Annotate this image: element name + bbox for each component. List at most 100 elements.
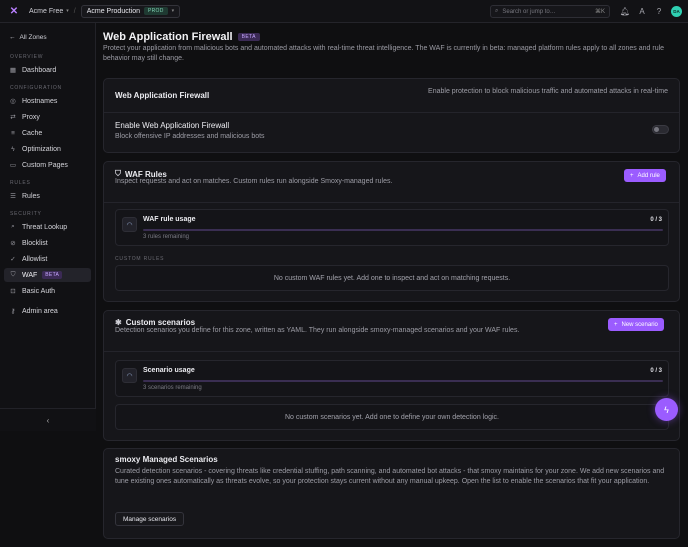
section-security: SECURITY: [10, 211, 42, 217]
bell-icon[interactable]: 🔔︎: [620, 7, 630, 17]
search-icon: ⌕: [11, 223, 15, 230]
sparkle-bolt-icon: ϟ: [664, 404, 669, 415]
org-switcher[interactable]: Acme Free ▾: [29, 8, 69, 15]
all-zones-link[interactable]: ← All Zones: [9, 34, 47, 41]
collapse-sidebar-button[interactable]: ‹: [0, 408, 96, 431]
sidebar-item-allowlist[interactable]: ✓ Allowlist: [4, 252, 91, 266]
waf-enable-toggle[interactable]: [652, 125, 669, 134]
sidebar-item-cache[interactable]: ≡ Cache: [4, 126, 91, 140]
search-shortcut: ⌘K: [594, 9, 605, 15]
usage-count: 0 / 3: [650, 217, 662, 223]
sidebar-item-admin-area[interactable]: ⚷ Admin area: [4, 304, 91, 318]
sidebar-item-rules[interactable]: ☰ Rules: [4, 189, 91, 203]
breadcrumb-separator: /: [73, 7, 76, 15]
new-scenario-button[interactable]: + New scenario: [608, 318, 664, 331]
page-subtitle: Protect your application from malicious …: [103, 45, 665, 62]
usage-count: 0 / 3: [650, 368, 662, 374]
list-icon: ☰: [10, 193, 16, 200]
add-rule-button[interactable]: + Add rule: [624, 169, 666, 182]
proxy-icon: ⇄: [10, 114, 16, 121]
avatar[interactable]: DA: [671, 6, 682, 17]
rules-empty-state: No custom WAF rules yet. Add one to insp…: [115, 265, 669, 291]
search-input[interactable]: ⌕ Search or jump to… ⌘K: [490, 5, 610, 18]
sidebar-item-proxy[interactable]: ⇄ Proxy: [4, 110, 91, 124]
help-icon[interactable]: ?: [654, 7, 664, 17]
sidebar-item-label: Cache: [22, 129, 43, 137]
sidebar-item-custom-pages[interactable]: ▭ Custom Pages: [4, 158, 91, 172]
waf-card-note: Enable protection to block malicious tra…: [428, 88, 668, 95]
sidebar-item-label: Dashboard: [22, 66, 57, 74]
shield-icon: ⛉: [10, 271, 16, 278]
sidebar-item-label: Threat Lookup: [22, 223, 68, 231]
logo-icon[interactable]: ✕: [8, 5, 20, 17]
translate-icon[interactable]: A: [637, 7, 647, 17]
waf-toggle-title: Enable Web Application Firewall: [115, 121, 230, 130]
beta-badge: BETA: [237, 33, 260, 41]
sidebar-item-label: WAF: [22, 271, 38, 279]
sidebar-item-label: Admin area: [22, 307, 58, 315]
lock-icon: ⊡: [10, 288, 16, 295]
sidebar-item-label: Custom Pages: [22, 161, 68, 169]
check-circle-icon: ✓: [10, 256, 16, 263]
search-icon: ⌕: [495, 8, 499, 14]
sidebar-item-blocklist[interactable]: ⊘ Blocklist: [4, 236, 91, 250]
sidebar-item-optimization[interactable]: ϟ Optimization: [4, 142, 91, 156]
chevron-left-icon: ‹: [46, 415, 50, 425]
custom-rules-label: CUSTOM RULES: [115, 256, 165, 262]
managed-scenarios-desc: Curated detection scenarios - covering t…: [115, 468, 665, 485]
waf-card-title: Web Application Firewall: [115, 91, 210, 100]
sidebar-item-label: Optimization: [22, 145, 61, 153]
ban-icon: ⊘: [10, 240, 16, 247]
sidebar-item-threat-lookup[interactable]: ⌕ Threat Lookup: [4, 220, 91, 234]
managed-scenarios-card: smoxy Managed Scenarios Curated detectio…: [103, 448, 680, 539]
scenario-usage-panel: ◠ Scenario usage 0 / 3 3 scenarios remai…: [115, 360, 669, 397]
divider: [104, 112, 679, 113]
waf-rules-desc: Inspect requests and act on matches. Cus…: [115, 178, 393, 185]
chevron-down-icon: ▾: [171, 8, 175, 14]
beta-badge: BETA: [42, 271, 63, 279]
sidebar-item-waf[interactable]: ⛉ WAF BETA: [4, 268, 91, 282]
sidebar-item-hostnames[interactable]: ◎ Hostnames: [4, 94, 91, 108]
usage-remaining: 3 rules remaining: [143, 234, 190, 240]
page-title-text: Web Application Firewall: [103, 31, 233, 43]
section-overview: OVERVIEW: [10, 54, 44, 60]
add-rule-label: Add rule: [637, 172, 660, 179]
page-title: Web Application Firewall BETA: [103, 31, 260, 43]
waf-rule-usage-panel: ◠ WAF rule usage 0 / 3 3 rules remaining: [115, 209, 669, 246]
org-label: Acme Free: [29, 7, 64, 15]
main-content: Web Application Firewall BETA Protect yo…: [96, 23, 688, 547]
waf-toggle-card: Web Application Firewall Enable protecti…: [103, 78, 680, 153]
custom-scenarios-title-text: Custom scenarios: [125, 318, 196, 327]
search-placeholder: Search or jump to…: [502, 8, 556, 15]
gauge-icon: ◠: [122, 368, 137, 383]
usage-progress-bar: [143, 229, 663, 231]
database-icon: ≡: [11, 129, 15, 137]
zone-switcher[interactable]: Acme Production PROD ▾: [80, 4, 181, 18]
key-icon: ⚷: [10, 308, 16, 315]
plus-icon: +: [614, 321, 618, 328]
assistant-fab-button[interactable]: ϟ: [655, 398, 678, 421]
sidebar-item-label: Blocklist: [22, 239, 48, 247]
usage-remaining: 3 scenarios remaining: [143, 385, 202, 391]
sidebar-footer-space: [0, 431, 96, 547]
plus-icon: +: [630, 172, 634, 179]
manage-scenarios-button[interactable]: Manage scenarios: [115, 512, 185, 526]
sidebar-item-label: Rules: [22, 192, 40, 200]
arrow-left-icon: ←: [9, 34, 16, 41]
sidebar-item-label: Hostnames: [22, 97, 58, 105]
custom-scenarios-title: ✱ Custom scenarios: [115, 318, 195, 327]
gauge-icon: ◠: [122, 217, 137, 232]
grid-icon: ▦: [9, 67, 17, 74]
usage-progress-bar: [143, 380, 663, 382]
divider: [104, 351, 679, 352]
managed-scenarios-title: smoxy Managed Scenarios: [115, 455, 218, 464]
document-icon: ▭: [9, 162, 17, 169]
waf-rules-card: ⛉ WAF Rules Inspect requests and act on …: [103, 161, 680, 302]
section-rules: RULES: [10, 180, 31, 186]
sidebar-item-basic-auth[interactable]: ⊡ Basic Auth: [4, 284, 91, 298]
top-icons: 🔔︎ A ? DA: [620, 6, 682, 17]
sidebar-item-label: Basic Auth: [22, 287, 56, 295]
sidebar-item-dashboard[interactable]: ▦ Dashboard: [4, 63, 91, 77]
bolt-icon: ϟ: [11, 145, 15, 153]
globe-icon: ◎: [10, 98, 16, 105]
